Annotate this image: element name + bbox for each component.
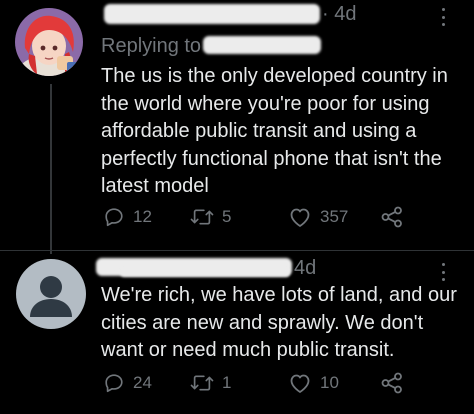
like-button[interactable]: 357 bbox=[288, 205, 348, 229]
share-icon bbox=[381, 206, 402, 228]
timestamp[interactable]: · 4d bbox=[322, 3, 356, 25]
replying-to: Replying to bbox=[101, 35, 201, 58]
retweet-icon bbox=[190, 209, 214, 225]
timestamp[interactable]: 4d bbox=[294, 257, 316, 279]
replying-to-label: Replying to bbox=[101, 35, 202, 57]
tweet-text: The us is the only developed country in … bbox=[101, 65, 448, 197]
more-icon[interactable] bbox=[441, 8, 445, 26]
reply-icon bbox=[105, 208, 123, 227]
share-button[interactable] bbox=[380, 205, 404, 229]
reply-button[interactable]: 24 bbox=[103, 371, 152, 395]
redacted-handle bbox=[120, 269, 290, 277]
redacted-reply-handle[interactable] bbox=[203, 36, 321, 54]
retweet-button[interactable]: 1 bbox=[190, 371, 231, 395]
reply-button[interactable]: 12 bbox=[103, 205, 152, 229]
retweet-count: 5 bbox=[222, 207, 232, 226]
heart-icon bbox=[290, 208, 310, 227]
retweet-button[interactable]: 5 bbox=[190, 205, 231, 229]
heart-icon bbox=[290, 374, 310, 393]
tweet-1[interactable]: · 4d Replying to The us is the only deve… bbox=[0, 0, 474, 254]
tweet-text: We're rich, we have lots of land, and ou… bbox=[101, 284, 457, 361]
redacted-name bbox=[104, 4, 320, 24]
share-icon bbox=[381, 372, 402, 394]
retweet-count: 1 bbox=[222, 373, 232, 392]
default-avatar[interactable] bbox=[16, 259, 86, 329]
like-count: 357 bbox=[320, 207, 349, 226]
share-button[interactable] bbox=[380, 371, 404, 395]
like-count: 10 bbox=[320, 373, 339, 392]
more-icon[interactable] bbox=[441, 263, 445, 281]
retweet-icon bbox=[190, 375, 214, 391]
timestamp-text: 4d bbox=[334, 2, 357, 25]
anime-avatar[interactable] bbox=[15, 8, 83, 76]
reply-count: 12 bbox=[133, 207, 152, 226]
tweet-actions: 24 1 10 bbox=[0, 371, 474, 395]
timestamp-text: 4d bbox=[294, 256, 317, 279]
like-button[interactable]: 10 bbox=[288, 371, 339, 395]
reply-icon bbox=[105, 374, 123, 393]
tweet-actions: 12 5 357 bbox=[0, 205, 474, 229]
reply-count: 24 bbox=[133, 373, 152, 392]
tweet-2[interactable]: 4d We're rich, we have lots of land, and… bbox=[0, 251, 474, 414]
